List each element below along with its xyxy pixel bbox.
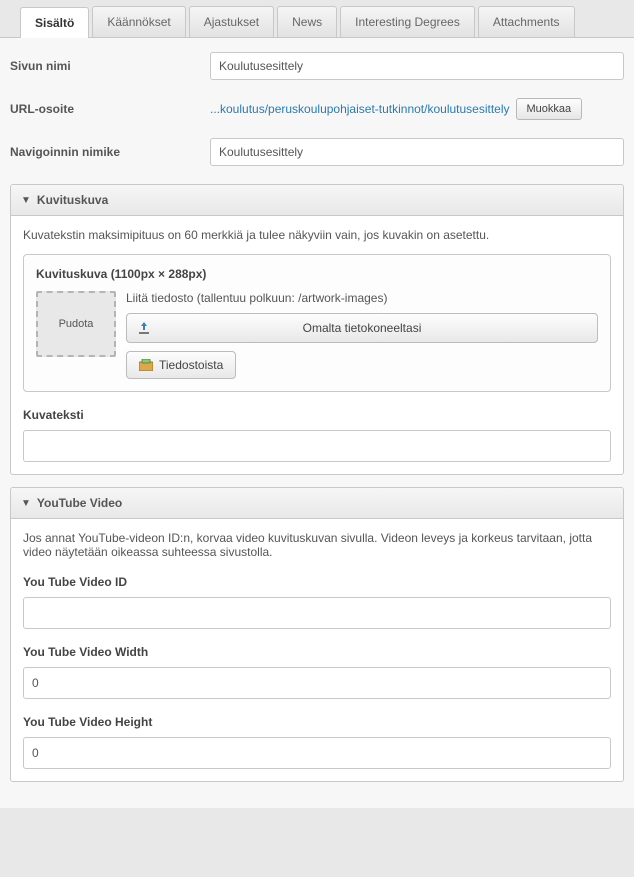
tab-ajastukset[interactable]: Ajastukset (189, 6, 274, 37)
chevron-down-icon: ▼ (21, 195, 31, 206)
nav-title-label: Navigoinnin nimike (10, 145, 210, 159)
youtube-width-input[interactable] (23, 667, 611, 699)
youtube-help-text: Jos annat YouTube-videon ID:n, korvaa vi… (23, 531, 611, 559)
url-value[interactable]: ...koulutus/peruskoulupohjaiset-tutkinno… (210, 102, 510, 116)
youtube-id-label: You Tube Video ID (23, 575, 611, 589)
tab-news[interactable]: News (277, 6, 337, 37)
youtube-panel-header[interactable]: ▼ YouTube Video (11, 488, 623, 519)
youtube-width-label: You Tube Video Width (23, 645, 611, 659)
upload-icon (137, 321, 151, 335)
youtube-id-input[interactable] (23, 597, 611, 629)
youtube-panel-title: YouTube Video (37, 496, 122, 510)
illustration-upload-box: Kuvituskuva (1100px × 288px) Pudota Liit… (23, 254, 611, 392)
illustration-panel-header[interactable]: ▼ Kuvituskuva (11, 185, 623, 216)
url-edit-button[interactable]: Muokkaa (516, 98, 583, 120)
tab-attachments[interactable]: Attachments (478, 6, 575, 37)
upload-from-computer-button[interactable]: Omalta tietokoneeltasi (126, 313, 598, 343)
chevron-down-icon: ▼ (21, 498, 31, 509)
illustration-panel-title: Kuvituskuva (37, 193, 108, 207)
tab-kaannokset[interactable]: Käännökset (92, 6, 185, 37)
caption-input[interactable] (23, 430, 611, 462)
illustration-help-text: Kuvatekstin maksimipituus on 60 merkkiä … (23, 228, 611, 242)
upload-from-files-button[interactable]: Tiedostoista (126, 351, 236, 379)
tabs-bar: Sisältö Käännökset Ajastukset News Inter… (0, 0, 634, 38)
youtube-height-input[interactable] (23, 737, 611, 769)
tab-sisalto[interactable]: Sisältö (20, 7, 89, 38)
url-label: URL-osoite (10, 102, 210, 116)
attach-path-label: Liitä tiedosto (tallentuu polkuun: /artw… (126, 291, 598, 305)
dropzone[interactable]: Pudota (36, 291, 116, 357)
youtube-panel: ▼ YouTube Video Jos annat YouTube-videon… (10, 487, 624, 782)
page-name-label: Sivun nimi (10, 59, 210, 73)
files-icon (139, 359, 153, 371)
caption-label: Kuvateksti (23, 408, 611, 422)
youtube-height-label: You Tube Video Height (23, 715, 611, 729)
illustration-panel: ▼ Kuvituskuva Kuvatekstin maksimipituus … (10, 184, 624, 475)
illustration-box-title: Kuvituskuva (1100px × 288px) (36, 267, 598, 281)
nav-title-input[interactable] (210, 138, 624, 166)
upload-from-files-label: Tiedostoista (159, 358, 223, 372)
page-name-input[interactable] (210, 52, 624, 80)
tab-interesting-degrees[interactable]: Interesting Degrees (340, 6, 475, 37)
upload-from-computer-label: Omalta tietokoneeltasi (303, 321, 422, 335)
